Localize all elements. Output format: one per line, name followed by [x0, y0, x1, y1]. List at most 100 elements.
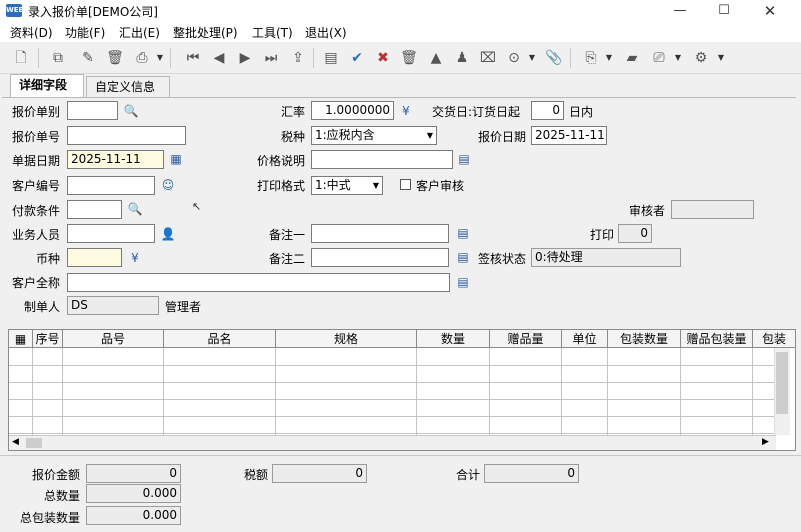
cancel-icon[interactable]: ✖: [372, 47, 394, 69]
creator-input: DS: [67, 296, 159, 315]
grid-header-seq[interactable]: 序号: [33, 330, 63, 348]
quote-type-label: 报价单别: [12, 105, 61, 119]
scroll-right-icon[interactable]: ▶: [762, 436, 769, 449]
horizontal-scroll-thumb[interactable]: [26, 438, 42, 448]
first-record-icon[interactable]: ⏮: [182, 47, 204, 69]
menu-batch[interactable]: 整批处理(P): [173, 24, 238, 41]
menu-export[interactable]: 汇出(E): [119, 24, 160, 41]
close-button[interactable]: ✕: [748, 0, 792, 22]
edit-icon[interactable]: ✎: [77, 47, 99, 69]
prev-record-icon[interactable]: ◀: [208, 47, 230, 69]
remark2-label: 备注二: [269, 252, 306, 266]
remark1-input[interactable]: [311, 224, 449, 243]
sign-status-label: 签核状态: [478, 252, 527, 266]
currency-rate-icon[interactable]: ¥: [398, 103, 414, 119]
delete-doc-icon[interactable]: 🗑: [104, 47, 126, 69]
maximize-button[interactable]: ☐: [702, 0, 746, 22]
print-format-value: 1:中式: [315, 178, 351, 192]
grid-col-line: [163, 348, 164, 435]
window-title: 录入报价单[DEMO公司]: [28, 5, 158, 19]
copy-dropdown-icon[interactable]: ▼: [604, 47, 614, 69]
grid-col-line: [680, 348, 681, 435]
tab-detail-fields[interactable]: 详细字段: [10, 74, 84, 98]
doc-date-input[interactable]: 2025-11-11: [67, 150, 164, 169]
tax-type-select[interactable]: 1:应税内含 ▼: [311, 126, 437, 145]
grid-col-line: [607, 348, 608, 435]
payment-lookup-icon[interactable]: 🔍: [127, 201, 143, 217]
creator-name: 管理者: [165, 300, 202, 314]
delivery-unit: 日内: [569, 105, 594, 119]
void-icon[interactable]: ⌧: [477, 47, 499, 69]
customer-name-note-icon[interactable]: ▤: [455, 274, 471, 290]
price-desc-input[interactable]: [311, 150, 453, 169]
calendar-icon[interactable]: ▦: [168, 151, 184, 167]
new-doc-icon[interactable]: 🗋: [10, 47, 32, 69]
quote-date-input[interactable]: 2025-11-11: [531, 126, 607, 145]
remark1-note-icon[interactable]: ▤: [455, 225, 471, 241]
salesperson-lookup-icon[interactable]: 👤: [160, 226, 176, 242]
print-icon[interactable]: ⎙: [131, 47, 153, 69]
unapprove-icon[interactable]: ♟: [451, 47, 473, 69]
confirm-icon[interactable]: ✔: [346, 47, 368, 69]
minimize-button[interactable]: —: [658, 0, 702, 22]
customer-no-input[interactable]: [67, 176, 155, 195]
reviewer-label: 审核者: [629, 204, 666, 218]
quote-type-input[interactable]: [67, 101, 118, 120]
form-icon[interactable]: ▤: [320, 47, 342, 69]
grid-header-pack[interactable]: 包装: [753, 330, 795, 348]
grid-header-spec[interactable]: 规格: [276, 330, 417, 348]
copy-doc-icon[interactable]: ⧉: [47, 47, 69, 69]
grid-header-qty[interactable]: 数量: [417, 330, 490, 348]
tax-amount-label: 税额: [244, 468, 269, 482]
remark2-note-icon[interactable]: ▤: [455, 249, 471, 265]
total-value: 0: [484, 464, 579, 483]
salesperson-input[interactable]: [67, 224, 155, 243]
menu-function[interactable]: 功能(F): [65, 24, 105, 41]
approve-icon[interactable]: ▲: [425, 47, 447, 69]
grid-row-line: [9, 399, 774, 400]
payment-terms-input[interactable]: [67, 200, 122, 219]
remark2-input[interactable]: [311, 248, 449, 267]
customer-name-input[interactable]: [67, 273, 450, 292]
total-qty-value: 0.000: [86, 484, 181, 503]
preview-icon[interactable]: ⎚: [648, 47, 670, 69]
export-icon[interactable]: ⇪: [287, 47, 309, 69]
toolbar-separator: [570, 48, 571, 68]
customer-lookup-icon[interactable]: ☺: [160, 177, 176, 193]
folder-icon[interactable]: ▰: [621, 47, 643, 69]
preview-dropdown-icon[interactable]: ▼: [673, 47, 683, 69]
quote-no-input[interactable]: [67, 126, 186, 145]
grid-header-pack-qty[interactable]: 包装数量: [608, 330, 681, 348]
next-record-icon[interactable]: ▶: [234, 47, 256, 69]
attach-icon[interactable]: 📎: [543, 47, 565, 69]
customer-review-checkbox[interactable]: [400, 179, 411, 190]
menu-data[interactable]: 资料(D): [10, 24, 53, 41]
grid-corner-icon[interactable]: ▦: [9, 330, 33, 348]
grid-header-item-name[interactable]: 品名: [164, 330, 276, 348]
currency-icon[interactable]: ¥: [127, 250, 143, 266]
grid-horizontal-scrollbar[interactable]: [9, 435, 776, 450]
more-dropdown-icon[interactable]: ▼: [527, 47, 537, 69]
grid-header-item-no[interactable]: 品号: [63, 330, 164, 348]
menu-tools[interactable]: 工具(T): [252, 24, 293, 41]
trash-icon[interactable]: 🗑: [398, 47, 420, 69]
scroll-left-icon[interactable]: ◀: [12, 436, 19, 449]
lookup-icon[interactable]: 🔍: [123, 103, 139, 119]
print-format-select[interactable]: 1:中式 ▼: [311, 176, 383, 195]
copy-icon[interactable]: ⎘: [580, 47, 602, 69]
delivery-days-input[interactable]: 0: [531, 101, 564, 120]
settings-icon[interactable]: ⚙: [690, 47, 712, 69]
grid-header-unit[interactable]: 单位: [562, 330, 608, 348]
settings-dropdown-icon[interactable]: ▼: [716, 47, 726, 69]
currency-input[interactable]: [67, 248, 122, 267]
exchange-rate-input[interactable]: 1.0000000: [311, 101, 394, 120]
vertical-scroll-thumb[interactable]: [776, 352, 788, 414]
price-desc-note-icon[interactable]: ▤: [456, 151, 472, 167]
print-dropdown-icon[interactable]: ▼: [155, 47, 165, 69]
last-record-icon[interactable]: ⏭: [260, 47, 282, 69]
grid-header-gift-pack-qty[interactable]: 赠品包装量: [681, 330, 753, 348]
grid-header-gift-qty[interactable]: 赠品量: [490, 330, 562, 348]
more-icon[interactable]: ⊙: [503, 47, 525, 69]
menu-exit[interactable]: 退出(X): [305, 24, 347, 41]
tab-custom-info[interactable]: 自定义信息: [86, 76, 170, 98]
